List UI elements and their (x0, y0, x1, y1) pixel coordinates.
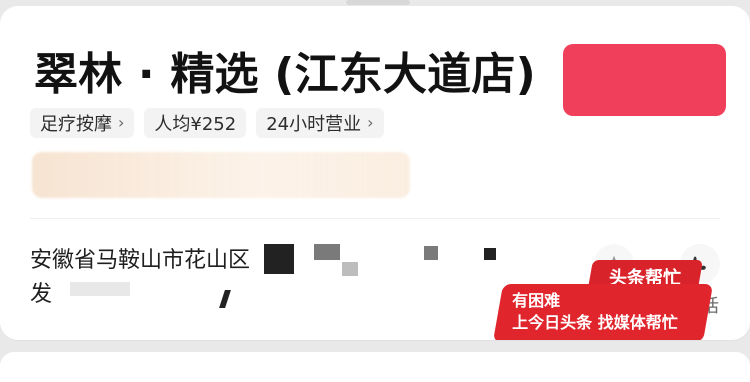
badge-line-1: 有困难 (512, 291, 561, 310)
tag-price-label: 人均¥252 (154, 114, 237, 135)
store-info-card: 翠林 · 精选 (江东大道店) 足疗按摩 › 人均¥252 24小时营业 › 安… (0, 6, 750, 340)
store-tags: 足疗按摩 › 人均¥252 24小时营业 › (30, 108, 384, 138)
store-title: 翠林 · 精选 (江东大道店) (34, 49, 536, 100)
redaction-mosaic (484, 248, 496, 260)
tag-category[interactable]: 足疗按摩 › (30, 108, 135, 138)
redaction-mosaic (264, 244, 294, 274)
badge-content: 有困难 上今日头条 找媒体帮忙 (512, 290, 678, 334)
badge-line-2: 上今日头条 找媒体帮忙 (512, 313, 678, 332)
tag-price: 人均¥252 (144, 108, 247, 138)
redaction-mosaic (424, 246, 438, 260)
tag-category-label: 足疗按摩 (40, 114, 112, 135)
drag-handle (346, 0, 410, 5)
chevron-right-icon: › (118, 112, 125, 132)
toutiao-help-badge[interactable]: 头条帮忙 有困难 上今日头条 找媒体帮忙 (492, 260, 714, 340)
redaction-mosaic (342, 262, 358, 276)
chevron-right-icon: › (367, 112, 374, 132)
divider (30, 218, 720, 219)
next-card-peek (0, 352, 750, 382)
tag-hours[interactable]: 24小时营业 › (256, 108, 384, 138)
redacted-block (563, 44, 726, 116)
tag-hours-label: 24小时营业 (266, 114, 362, 135)
redaction-mosaic (314, 244, 340, 260)
redacted-highlight-line (32, 152, 410, 198)
redaction-mosaic (70, 282, 130, 296)
badge-main: 有困难 上今日头条 找媒体帮忙 (492, 284, 714, 340)
